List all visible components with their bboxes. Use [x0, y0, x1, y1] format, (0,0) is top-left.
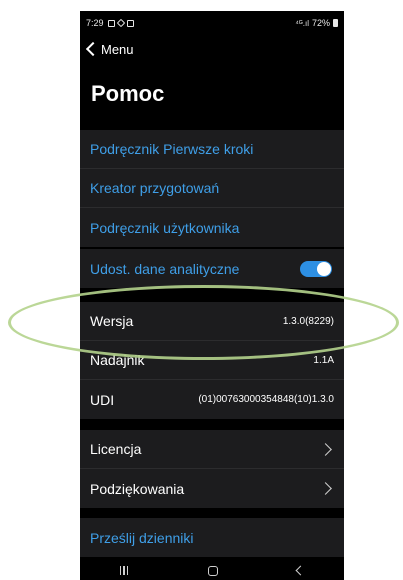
send-logs-label: Prześlij dzienniki	[90, 529, 194, 546]
notification-icons	[107, 18, 134, 28]
back-label: Menu	[101, 41, 134, 57]
phone-screen: 7:29 ⁴ᴳ.ıl 72% Menu Pomoc Podręcznik Pie…	[80, 11, 344, 580]
info-label: UDI	[90, 391, 115, 408]
back-button[interactable]: Menu	[84, 39, 134, 59]
analytics-row: Udost. dane analityczne	[80, 249, 344, 288]
home-icon[interactable]	[207, 565, 218, 576]
info-value: 1.3.0(8229)	[282, 315, 334, 327]
notification-icon	[116, 18, 125, 28]
info-value: 1.1A	[313, 354, 334, 366]
guide-row-user-guide[interactable]: Podręcznik użytkownika	[80, 208, 344, 247]
guide-link-label: Podręcznik Pierwsze kroki	[90, 141, 254, 157]
signal-icon: ⁴ᴳ.ıl	[295, 18, 309, 28]
page-title: Pomoc	[91, 81, 165, 106]
info-value: (01)00763000354848(10)1.3.0	[198, 394, 334, 405]
guide-row-setup-wizard[interactable]: Kreator przygotowań	[80, 169, 344, 208]
info-section: Wersja 1.3.0(8229) Nadajnik 1.1A UDI (01…	[80, 302, 344, 419]
guides-section: Podręcznik Pierwsze kroki Kreator przygo…	[80, 130, 344, 247]
status-bar: 7:29 ⁴ᴳ.ıl 72%	[80, 11, 344, 35]
chevron-left-icon	[85, 41, 101, 57]
info-label: Wersja	[90, 313, 134, 329]
notification-icon	[126, 19, 134, 27]
guide-row-getting-started[interactable]: Podręcznik Pierwsze kroki	[80, 130, 344, 169]
chevron-right-icon	[319, 442, 332, 456]
back-icon[interactable]	[295, 565, 306, 576]
legal-label: Podziękowania	[90, 480, 185, 497]
logs-section: Prześlij dzienniki	[80, 518, 344, 557]
info-row-udi: UDI (01)00763000354848(10)1.3.0	[80, 380, 344, 419]
info-row-version: Wersja 1.3.0(8229)	[80, 302, 344, 341]
notification-icon	[107, 19, 115, 27]
toggle-knob	[317, 261, 331, 276]
status-right: ⁴ᴳ.ıl 72%	[295, 18, 338, 28]
battery-percent: 72%	[311, 18, 330, 28]
analytics-section: Udost. dane analityczne	[80, 249, 344, 288]
info-row-transmitter: Nadajnik 1.1A	[80, 341, 344, 380]
guide-link-label: Kreator przygotowań	[90, 180, 220, 196]
analytics-toggle[interactable]	[300, 260, 332, 277]
recents-icon[interactable]	[119, 566, 129, 575]
info-label: Nadajnik	[90, 352, 145, 368]
legal-row-acknowledgements[interactable]: Podziękowania	[80, 469, 344, 508]
legal-label: Licencja	[90, 441, 142, 457]
legal-section: Licencja Podziękowania	[80, 430, 344, 508]
legal-row-license[interactable]: Licencja	[80, 430, 344, 469]
guide-link-label: Podręcznik użytkownika	[90, 219, 240, 236]
status-time: 7:29	[86, 18, 104, 28]
send-logs-row[interactable]: Prześlij dzienniki	[80, 518, 344, 557]
battery-icon	[333, 19, 338, 27]
chevron-right-icon	[319, 482, 332, 495]
system-nav-bar	[80, 561, 344, 580]
analytics-label: Udost. dane analityczne	[90, 260, 240, 277]
